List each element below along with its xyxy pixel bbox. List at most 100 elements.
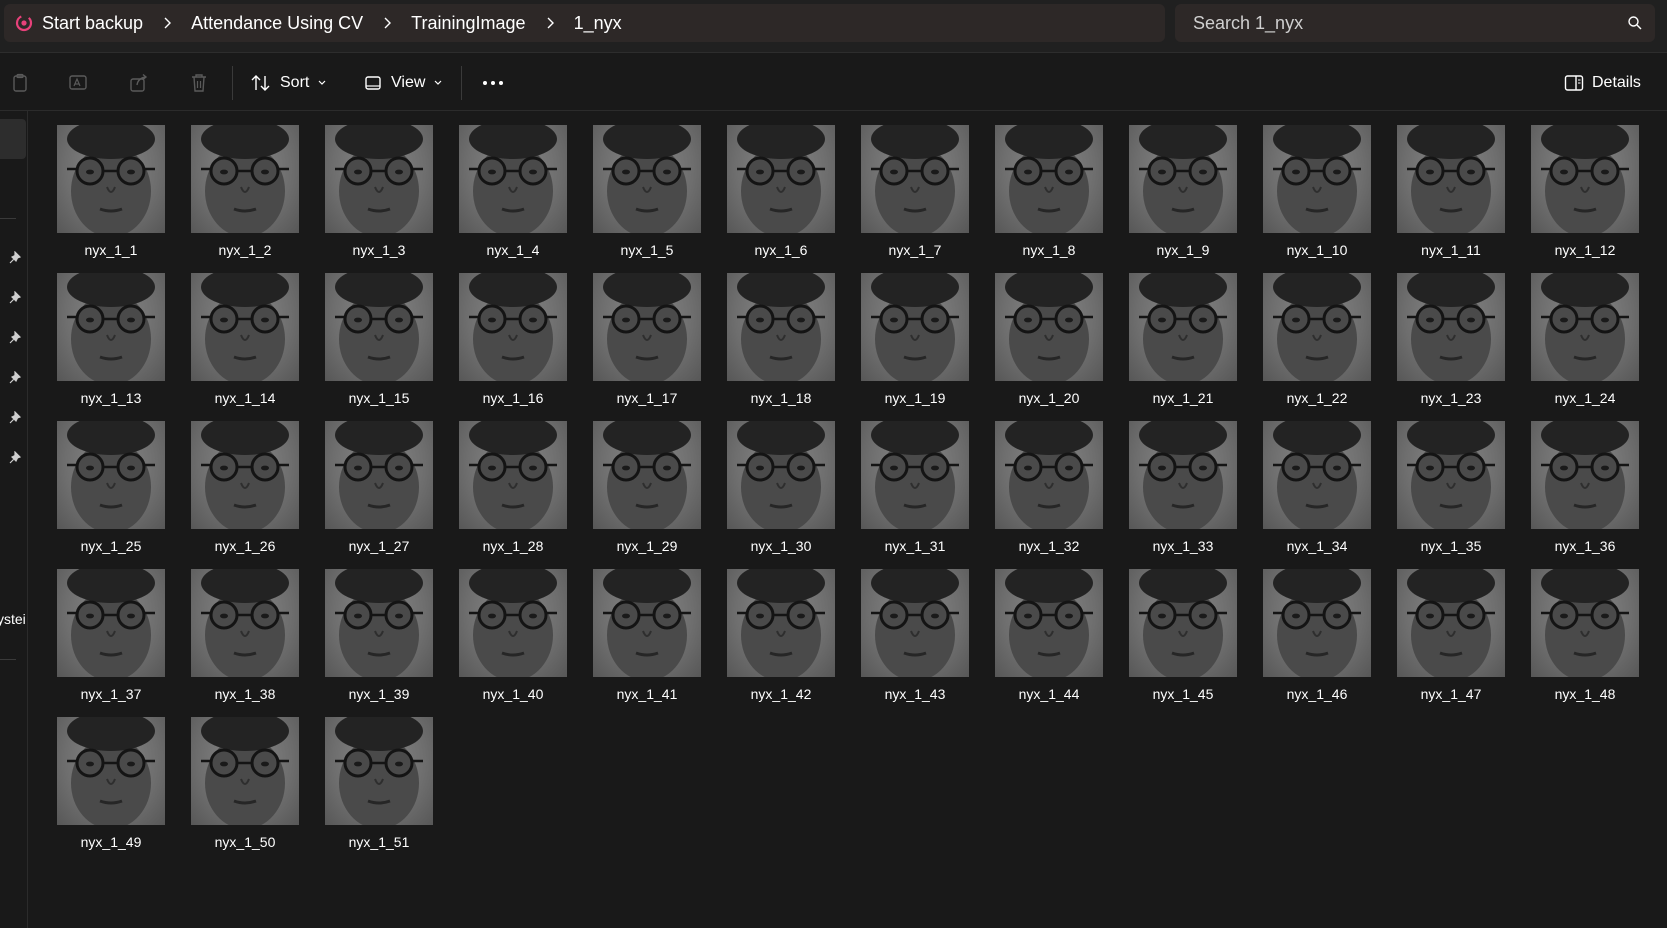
file-item[interactable]: nyx_1_22 xyxy=(1263,273,1371,421)
file-item[interactable]: nyx_1_25 xyxy=(57,421,165,569)
file-item[interactable]: nyx_1_51 xyxy=(325,717,433,865)
file-item[interactable]: nyx_1_47 xyxy=(1397,569,1505,717)
file-item[interactable]: nyx_1_44 xyxy=(995,569,1103,717)
file-item[interactable]: nyx_1_39 xyxy=(325,569,433,717)
file-item[interactable]: nyx_1_13 xyxy=(57,273,165,421)
share-icon[interactable] xyxy=(124,68,154,98)
face-photo-icon xyxy=(201,421,289,529)
file-item[interactable]: nyx_1_6 xyxy=(727,125,835,273)
file-item[interactable]: nyx_1_15 xyxy=(325,273,433,421)
breadcrumb-item-current-folder[interactable]: 1_nyx xyxy=(568,13,628,34)
pin-icon xyxy=(9,451,22,464)
file-item[interactable]: nyx_1_42 xyxy=(727,569,835,717)
file-item[interactable]: nyx_1_30 xyxy=(727,421,835,569)
image-thumbnail xyxy=(1531,125,1639,233)
details-pane-icon xyxy=(1564,75,1584,91)
image-thumbnail xyxy=(325,273,433,381)
face-photo-icon xyxy=(67,273,155,381)
file-item[interactable]: nyx_1_36 xyxy=(1531,421,1639,569)
file-item[interactable]: nyx_1_5 xyxy=(593,125,701,273)
file-item[interactable]: nyx_1_1 xyxy=(57,125,165,273)
file-item[interactable]: nyx_1_24 xyxy=(1531,273,1639,421)
file-item[interactable]: nyx_1_38 xyxy=(191,569,299,717)
file-item[interactable]: nyx_1_27 xyxy=(325,421,433,569)
more-options-icon[interactable] xyxy=(478,68,508,98)
details-label: Details xyxy=(1592,74,1641,91)
file-item[interactable]: nyx_1_21 xyxy=(1129,273,1237,421)
file-item[interactable]: nyx_1_41 xyxy=(593,569,701,717)
file-item[interactable]: nyx_1_23 xyxy=(1397,273,1505,421)
image-thumbnail xyxy=(1397,421,1505,529)
file-name: nyx_1_11 xyxy=(1421,242,1481,258)
file-name: nyx_1_7 xyxy=(888,242,942,258)
image-thumbnail xyxy=(593,421,701,529)
face-photo-icon xyxy=(1273,421,1361,529)
file-name: nyx_1_33 xyxy=(1152,538,1214,554)
file-item[interactable]: nyx_1_46 xyxy=(1263,569,1371,717)
file-item[interactable]: nyx_1_50 xyxy=(191,717,299,865)
file-item[interactable]: nyx_1_4 xyxy=(459,125,567,273)
paste-icon[interactable] xyxy=(5,68,35,98)
file-name: nyx_1_21 xyxy=(1152,390,1214,406)
file-item[interactable]: nyx_1_19 xyxy=(861,273,969,421)
file-item[interactable]: nyx_1_12 xyxy=(1531,125,1639,273)
file-item[interactable]: nyx_1_28 xyxy=(459,421,567,569)
file-item[interactable]: nyx_1_9 xyxy=(1129,125,1237,273)
file-item[interactable]: nyx_1_26 xyxy=(191,421,299,569)
file-item[interactable]: nyx_1_33 xyxy=(1129,421,1237,569)
file-item[interactable]: nyx_1_17 xyxy=(593,273,701,421)
file-item[interactable]: nyx_1_10 xyxy=(1263,125,1371,273)
chevron-right-icon[interactable] xyxy=(149,4,185,42)
delete-icon[interactable] xyxy=(184,68,214,98)
rename-icon[interactable] xyxy=(64,68,94,98)
file-item[interactable]: nyx_1_16 xyxy=(459,273,567,421)
file-name: nyx_1_39 xyxy=(348,686,410,702)
nav-item-selected[interactable] xyxy=(0,119,26,159)
file-item[interactable]: nyx_1_37 xyxy=(57,569,165,717)
details-pane-button[interactable]: Details xyxy=(1564,64,1641,102)
nav-item-label[interactable]: ystei xyxy=(0,611,25,627)
file-name: nyx_1_18 xyxy=(750,390,812,406)
cloud-backup-icon[interactable] xyxy=(12,11,36,35)
file-item[interactable]: nyx_1_31 xyxy=(861,421,969,569)
file-item[interactable]: nyx_1_18 xyxy=(727,273,835,421)
sort-button[interactable]: Sort xyxy=(250,64,327,102)
file-item[interactable]: nyx_1_43 xyxy=(861,569,969,717)
file-item[interactable]: nyx_1_20 xyxy=(995,273,1103,421)
file-name: nyx_1_30 xyxy=(750,538,812,554)
file-item[interactable]: nyx_1_48 xyxy=(1531,569,1639,717)
file-item[interactable]: nyx_1_40 xyxy=(459,569,567,717)
file-item[interactable]: nyx_1_35 xyxy=(1397,421,1505,569)
sort-arrows-icon xyxy=(251,75,270,91)
view-button[interactable]: View xyxy=(363,64,443,102)
face-photo-icon xyxy=(1541,569,1629,677)
file-item[interactable]: nyx_1_3 xyxy=(325,125,433,273)
file-list-view: nyx_1_1 nyx_1_2 nyx_1_3 nyx_1_4 nyx_1_5 … xyxy=(29,111,1667,928)
breadcrumb-item-trainingimage[interactable]: TrainingImage xyxy=(405,13,531,34)
file-item[interactable]: nyx_1_45 xyxy=(1129,569,1237,717)
image-thumbnail xyxy=(191,273,299,381)
file-item[interactable]: nyx_1_7 xyxy=(861,125,969,273)
image-thumbnail xyxy=(459,569,567,677)
file-name: nyx_1_17 xyxy=(616,390,678,406)
search-icon[interactable] xyxy=(1615,4,1655,42)
file-item[interactable]: nyx_1_14 xyxy=(191,273,299,421)
file-name: nyx_1_35 xyxy=(1420,538,1482,554)
chevron-right-icon[interactable] xyxy=(369,4,405,42)
chevron-right-icon[interactable] xyxy=(532,4,568,42)
file-item[interactable]: nyx_1_49 xyxy=(57,717,165,865)
image-thumbnail xyxy=(861,273,969,381)
file-item[interactable]: nyx_1_11 xyxy=(1397,125,1505,273)
file-item[interactable]: nyx_1_32 xyxy=(995,421,1103,569)
file-item[interactable]: nyx_1_8 xyxy=(995,125,1103,273)
search-input[interactable] xyxy=(1175,4,1615,42)
search-box[interactable] xyxy=(1175,4,1655,42)
file-item[interactable]: nyx_1_2 xyxy=(191,125,299,273)
breadcrumb[interactable]: Start backup Attendance Using CV Trainin… xyxy=(4,4,1165,42)
face-photo-icon xyxy=(1139,125,1227,233)
file-item[interactable]: nyx_1_34 xyxy=(1263,421,1371,569)
breadcrumb-item-attendance[interactable]: Attendance Using CV xyxy=(185,13,369,34)
start-backup-button[interactable]: Start backup xyxy=(36,13,149,34)
file-name: nyx_1_16 xyxy=(482,390,544,406)
file-item[interactable]: nyx_1_29 xyxy=(593,421,701,569)
